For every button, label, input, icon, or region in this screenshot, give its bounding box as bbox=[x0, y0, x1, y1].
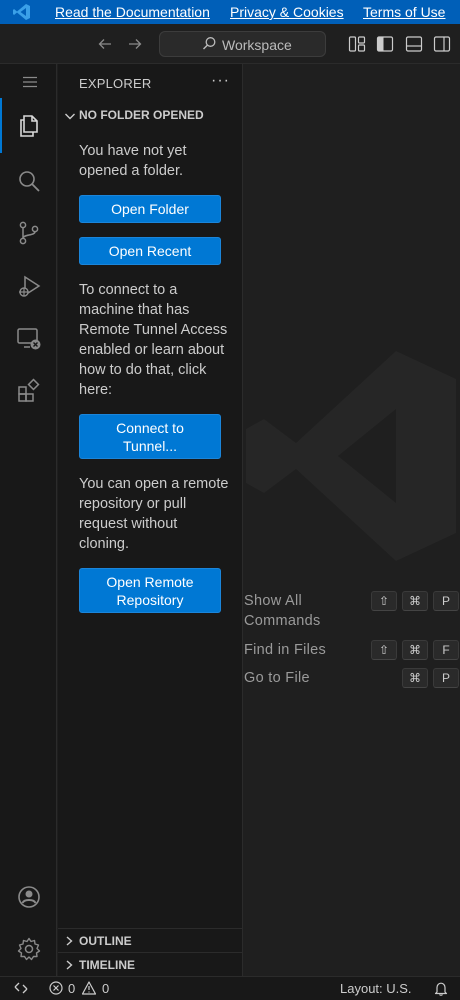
chevron-right-icon bbox=[66, 936, 73, 946]
toggle-panel-icon[interactable] bbox=[405, 35, 423, 53]
sidebar-title: EXPLORER bbox=[79, 76, 152, 91]
menu-icon[interactable] bbox=[22, 76, 38, 88]
go-to-file-label: Go to File bbox=[244, 670, 310, 686]
outline-section-header[interactable]: OUTLINE bbox=[58, 928, 243, 952]
explorer-icon[interactable] bbox=[16, 113, 42, 139]
chevron-down-icon bbox=[65, 113, 75, 120]
vscode-logo-icon bbox=[13, 4, 30, 20]
timeline-section-header[interactable]: TIMELINE bbox=[58, 952, 243, 976]
p-key: P bbox=[433, 591, 459, 611]
cmd-key: ⌘ bbox=[402, 668, 428, 688]
warning-count[interactable]: 0 bbox=[102, 981, 109, 996]
find-in-files-label: Find in Files bbox=[244, 642, 327, 658]
customize-layout-icon[interactable] bbox=[348, 35, 366, 53]
p-key: P bbox=[433, 668, 459, 688]
remote-explorer-icon[interactable] bbox=[16, 326, 42, 352]
search-icon[interactable] bbox=[16, 168, 42, 194]
remote-repo-message: You can open a remote repository or pull… bbox=[79, 476, 229, 552]
editor-area: Show All Commands ⇧ ⌘ P Find in Files ⇧ … bbox=[244, 64, 460, 976]
show-all-commands-label: Show All Commands bbox=[244, 593, 321, 629]
activity-bar bbox=[0, 64, 57, 976]
keyboard-layout-status[interactable]: Layout: U.S. bbox=[340, 981, 412, 996]
accounts-icon[interactable] bbox=[16, 884, 42, 910]
connect-tunnel-button[interactable]: Connect to Tunnel... bbox=[79, 414, 221, 459]
open-remote-repository-button[interactable]: Open Remote Repository bbox=[79, 568, 221, 613]
active-view-indicator bbox=[0, 98, 2, 153]
explorer-sidebar: EXPLORER ··· NO FOLDER OPENED You have n… bbox=[58, 64, 243, 976]
manage-gear-icon[interactable] bbox=[16, 936, 42, 962]
section-label: NO FOLDER OPENED bbox=[79, 108, 204, 122]
terms-of-use-link[interactable]: Terms of Use bbox=[363, 4, 445, 20]
read-documentation-link[interactable]: Read the Documentation bbox=[55, 4, 210, 20]
cmd-key: ⌘ bbox=[402, 640, 428, 660]
shift-key: ⇧ bbox=[371, 591, 397, 611]
arrow-left-icon[interactable] bbox=[97, 36, 113, 52]
no-folder-section-header[interactable]: NO FOLDER OPENED bbox=[63, 106, 243, 126]
cmd-key: ⌘ bbox=[402, 591, 428, 611]
outline-label: OUTLINE bbox=[79, 934, 132, 948]
privacy-cookies-link[interactable]: Privacy & Cookies bbox=[230, 4, 344, 20]
source-control-icon[interactable] bbox=[16, 220, 42, 246]
run-debug-icon[interactable] bbox=[16, 274, 42, 300]
toggle-secondary-sidebar-icon[interactable] bbox=[433, 35, 451, 53]
open-folder-button[interactable]: Open Folder bbox=[79, 195, 221, 223]
toggle-primary-sidebar-icon[interactable] bbox=[376, 35, 394, 53]
status-bar: 0 0 Layout: U.S. bbox=[0, 976, 460, 1000]
extensions-icon[interactable] bbox=[16, 378, 42, 404]
more-actions-icon[interactable]: ··· bbox=[211, 72, 230, 90]
vscode-watermark-icon bbox=[246, 351, 456, 561]
error-count[interactable]: 0 bbox=[68, 981, 75, 996]
error-icon[interactable] bbox=[49, 981, 63, 995]
arrow-right-icon[interactable] bbox=[127, 36, 143, 52]
command-center-search[interactable]: Workspace bbox=[159, 31, 326, 57]
warning-icon[interactable] bbox=[82, 981, 96, 995]
notifications-bell-icon[interactable] bbox=[434, 981, 448, 996]
no-folder-message: You have not yet opened a folder. bbox=[79, 143, 187, 179]
search-icon bbox=[203, 37, 216, 50]
chevron-right-icon bbox=[66, 960, 73, 970]
open-recent-button[interactable]: Open Recent bbox=[79, 237, 221, 265]
shift-key: ⇧ bbox=[371, 640, 397, 660]
top-banner: Read the Documentation Privacy & Cookies… bbox=[0, 0, 460, 24]
f-key: F bbox=[433, 640, 459, 660]
search-label: Workspace bbox=[222, 37, 292, 53]
remote-indicator-icon[interactable] bbox=[14, 981, 28, 995]
timeline-label: TIMELINE bbox=[79, 958, 135, 972]
tunnel-message: To connect to a machine that has Remote … bbox=[79, 282, 228, 398]
